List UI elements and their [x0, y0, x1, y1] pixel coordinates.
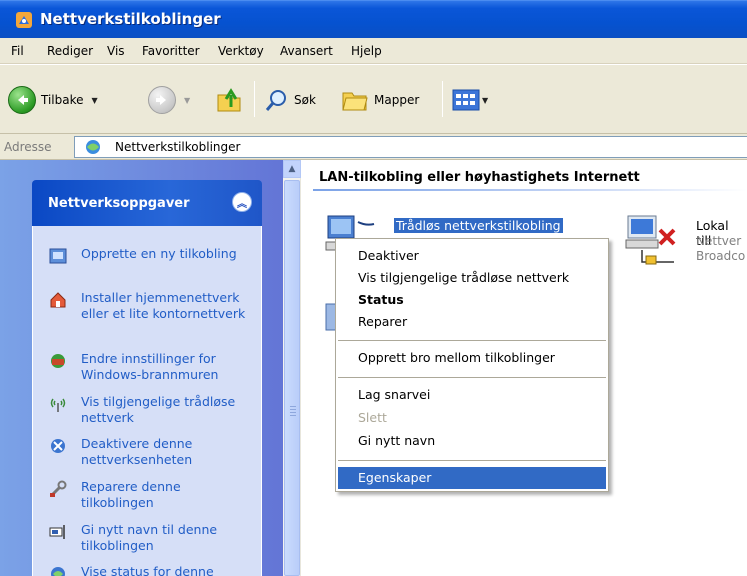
lan-connection-status: Nettver — [696, 234, 742, 248]
scroll-up-icon[interactable]: ▲ — [283, 160, 301, 178]
task-label: Vis tilgjengelige trådløse nettverk — [81, 394, 236, 425]
up-folder-button[interactable] — [214, 85, 244, 115]
menu-tools[interactable]: Verktøy — [218, 44, 264, 58]
menu-separator — [338, 377, 606, 378]
group-header: LAN-tilkobling eller høyhastighets Inter… — [319, 170, 640, 185]
views-icon — [452, 89, 480, 111]
address-input[interactable]: Nettverkstilkoblinger — [74, 136, 747, 158]
rename-icon — [49, 525, 65, 539]
task-label: Gi nytt navn til denne tilkoblingen — [81, 522, 218, 553]
menu-item-shortcut[interactable]: Lag snarvei — [338, 384, 606, 406]
search-button[interactable]: Søk — [264, 85, 316, 115]
menu-item-disable[interactable]: Deaktiver — [338, 245, 606, 267]
task-view-status[interactable]: Vise status for denne tilkoblingen — [49, 564, 251, 576]
network-tasks-list: Opprette en ny tilkobling Installer hjem… — [32, 226, 262, 576]
chevron-down-icon[interactable]: ▼ — [184, 96, 190, 105]
menu-advanced[interactable]: Avansert — [280, 44, 333, 58]
network-folder-icon — [86, 140, 100, 154]
chevron-down-icon[interactable]: ▼ — [92, 96, 98, 105]
toolbar: Tilbake ▼ ▼ Søk Mapper ▼ — [0, 64, 747, 134]
menu-item-bridge[interactable]: Opprett bro mellom tilkoblinger — [338, 347, 606, 369]
task-label: Installer hjemmenettverk eller et lite k… — [81, 290, 246, 321]
network-tasks-panel: Nettverksoppgaver ︽ Opprette en ny tilko… — [32, 180, 262, 576]
disable-device-icon — [51, 439, 65, 453]
menu-item-status[interactable]: Status — [338, 289, 606, 311]
status-icon — [51, 567, 65, 576]
task-new-connection[interactable]: Opprette en ny tilkobling — [49, 246, 251, 265]
menu-separator — [338, 460, 606, 461]
menu-bar: Fil Rediger Vis Favoritter Verktøy Avans… — [0, 38, 747, 64]
address-label: Adresse — [4, 140, 52, 154]
menu-item-rename[interactable]: Gi nytt navn — [338, 430, 606, 452]
task-label: Opprette en ny tilkobling — [81, 246, 237, 261]
task-label: Reparere denne tilkoblingen — [81, 479, 181, 510]
folders-button[interactable]: Mapper — [340, 85, 419, 115]
menu-item-view-wireless[interactable]: Vis tilgjengelige trådløse nettverk — [338, 267, 606, 289]
menu-help[interactable]: Hjelp — [351, 44, 382, 58]
back-button[interactable]: Tilbake ▼ — [8, 85, 98, 115]
task-view-wireless[interactable]: Vis tilgjengelige trådløse nettverk — [49, 394, 251, 426]
search-label: Søk — [294, 93, 316, 107]
new-connection-icon — [49, 248, 67, 264]
menu-item-repair[interactable]: Reparer — [338, 311, 606, 333]
repair-icon — [50, 480, 67, 497]
folders-icon — [342, 92, 368, 111]
scrollbar-thumb[interactable] — [284, 180, 300, 576]
task-label: Endre innstillinger for Windows-brannmur… — [81, 351, 219, 382]
menu-item-delete: Slett — [358, 410, 387, 425]
forward-arrow-icon — [148, 86, 176, 114]
toolbar-separator — [254, 81, 255, 117]
views-button[interactable]: ▼ — [452, 85, 488, 115]
address-bar: Adresse Nettverkstilkoblinger — [0, 134, 747, 160]
back-arrow-icon — [8, 86, 36, 114]
window-title: Nettverkstilkoblinger — [40, 10, 221, 28]
task-label: Vise status for denne tilkoblingen — [81, 564, 214, 576]
task-firewall-settings[interactable]: Endre innstillinger for Windows-brannmur… — [49, 351, 251, 383]
wireless-connection-name[interactable]: Trådløs nettverkstilkobling — [394, 218, 563, 233]
forward-button[interactable]: ▼ — [148, 85, 190, 115]
network-tasks-header[interactable]: Nettverksoppgaver ︽ — [32, 180, 262, 226]
up-folder-icon — [217, 88, 241, 112]
network-connections-icon — [16, 12, 32, 28]
network-tasks-title: Nettverksoppgaver — [48, 196, 190, 211]
folders-label: Mapper — [374, 93, 420, 107]
chevron-down-icon[interactable]: ▼ — [482, 96, 488, 105]
task-home-network[interactable]: Installer hjemmenettverk eller et lite k… — [49, 290, 251, 322]
task-repair-connection[interactable]: Reparere denne tilkoblingen — [49, 479, 251, 511]
search-icon — [265, 90, 286, 111]
lan-connection-device: Broadco — [696, 249, 746, 263]
task-label: Deaktivere denne nettverksenheten — [81, 436, 193, 467]
task-disable-device[interactable]: Deaktivere denne nettverksenheten — [49, 436, 251, 468]
task-rename-connection[interactable]: Gi nytt navn til denne tilkoblingen — [49, 522, 251, 554]
context-menu: Deaktiver Vis tilgjengelige trådløse net… — [335, 238, 609, 492]
vertical-scrollbar[interactable]: ▲ — [283, 160, 301, 576]
menu-file[interactable]: Fil — [11, 44, 24, 58]
menu-separator — [338, 340, 606, 341]
firewall-icon — [51, 354, 65, 368]
grip-icon — [290, 406, 296, 416]
menu-favorites[interactable]: Favoritter — [142, 44, 200, 58]
address-value: Nettverkstilkoblinger — [115, 140, 241, 154]
collapse-icon[interactable]: ︽ — [232, 192, 252, 212]
back-label: Tilbake — [41, 93, 84, 107]
group-divider — [313, 189, 747, 191]
lan-connection-icon[interactable] — [622, 212, 686, 270]
title-bar[interactable]: Nettverkstilkoblinger — [0, 0, 747, 38]
menu-edit[interactable]: Rediger — [47, 44, 93, 58]
task-pane: Nettverksoppgaver ︽ Opprette en ny tilko… — [0, 160, 283, 576]
menu-view[interactable]: Vis — [107, 44, 125, 58]
toolbar-separator — [442, 81, 443, 117]
wireless-icon — [50, 398, 66, 412]
home-network-icon — [50, 292, 66, 308]
menu-item-properties[interactable]: Egenskaper — [338, 467, 606, 489]
